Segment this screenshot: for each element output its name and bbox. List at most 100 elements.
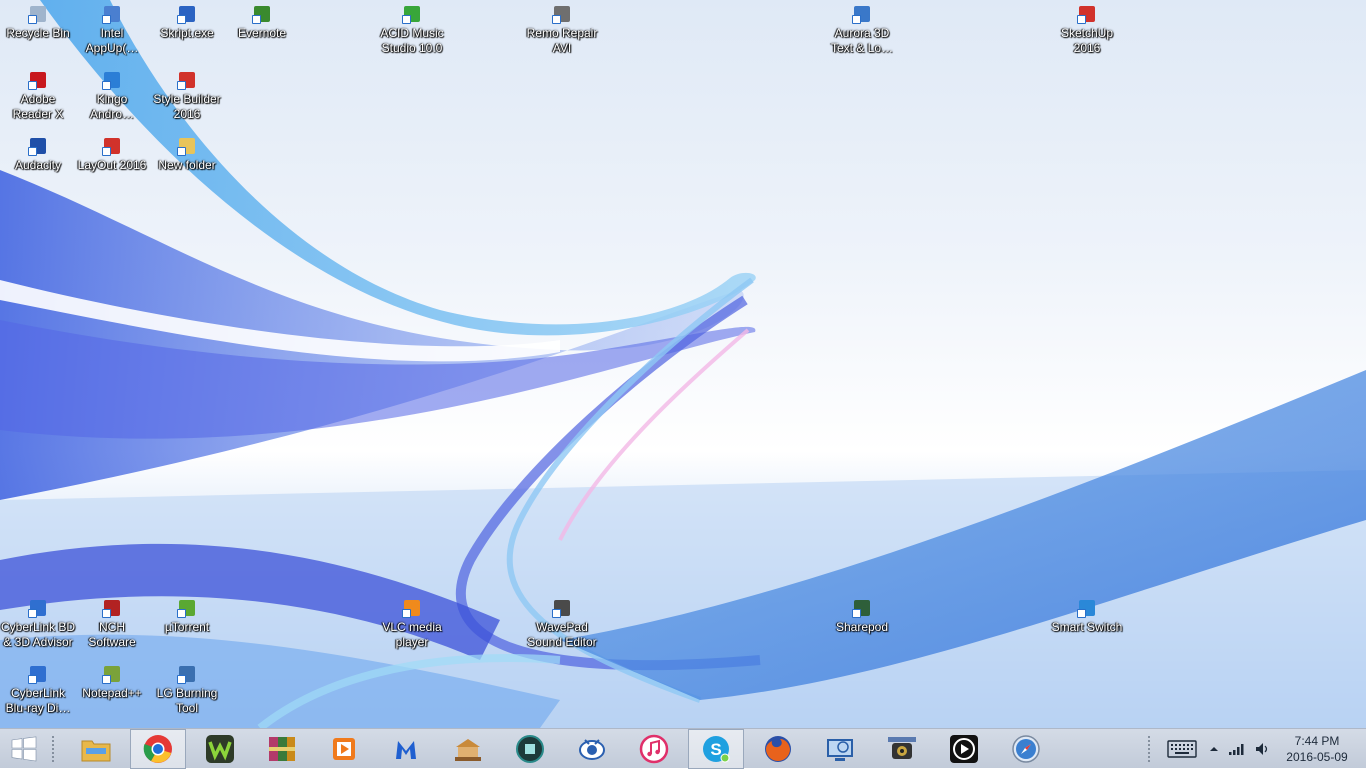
taskbar-malwarebytes[interactable] (378, 729, 434, 769)
media-player-icon (333, 738, 355, 760)
desktop-icon-label: ACID Music Studio 10.0 (380, 26, 444, 55)
cyberlink-bd-advisor-icon (28, 600, 46, 618)
desktop-icon-new-folder[interactable]: New folder (149, 132, 225, 173)
desktop-icon-label: LayOut 2016 (77, 158, 147, 172)
touch-keyboard-button[interactable] (1162, 729, 1202, 769)
desktop-icon-label: µTorrent (164, 620, 210, 634)
desktop-icon-label: Aurora 3D Text & Lo… (830, 26, 894, 55)
webcam-icon (888, 737, 916, 759)
keyboard-icon (1167, 740, 1197, 758)
taskbar-firefox[interactable] (750, 729, 806, 769)
gallery-app-icon (455, 739, 481, 761)
desktop-icon-label: Intel AppUp(… (85, 26, 139, 55)
start-button[interactable] (0, 729, 48, 769)
taskbar-safari[interactable] (998, 729, 1054, 769)
itunes-icon (639, 734, 669, 764)
desktop-icon-label: Style Builder 2016 (153, 92, 221, 121)
taskbar-video-editor[interactable] (502, 729, 558, 769)
desktop-icon-label: Skript.exe (160, 26, 214, 40)
desktop-icon-style-builder[interactable]: Style Builder 2016 (149, 66, 225, 122)
desktop-icon-layout[interactable]: LayOut 2016 (74, 132, 150, 173)
desktop-icon-vlc[interactable]: VLC media player (374, 594, 450, 650)
sharepod-icon (852, 600, 870, 618)
desktop-icon-kingo[interactable]: Kingo Andro… (74, 66, 150, 122)
show-hidden-icons-button[interactable] (1206, 729, 1222, 769)
desktop-icon-acid-music[interactable]: ACID Music Studio 10.0 (374, 0, 450, 56)
taskbar-clock[interactable]: 7:44 PM 2016-05-09 (1272, 733, 1362, 765)
desktop-icon-label: VLC media player (382, 620, 442, 649)
taskbar-chrome[interactable] (130, 729, 186, 769)
style-builder-icon (177, 72, 195, 90)
clock-time: 7:44 PM (1294, 734, 1340, 748)
nch-software-icon (102, 600, 120, 618)
wavepad-icon (552, 600, 570, 618)
malwarebytes-icon (396, 741, 416, 759)
desktop-icon-evernote[interactable]: Evernote (224, 0, 300, 41)
desktop-icon-label: Notepad++ (82, 686, 142, 700)
desktop-icon-skript[interactable]: Skript.exe (149, 0, 225, 41)
desktop-icon-sharepod[interactable]: Sharepod (824, 594, 900, 635)
taskbar-wondershare[interactable] (192, 729, 248, 769)
signal-bars-icon (1229, 744, 1244, 755)
desktop-icon-intel-appup[interactable]: Intel AppUp(… (74, 0, 150, 56)
taskbar-gallery-app[interactable] (440, 729, 496, 769)
desktop[interactable]: Recycle Bin Intel AppUp(… Skript.exe Eve… (0, 0, 1366, 728)
desktop-icon-audacity[interactable]: Audacity (0, 132, 76, 173)
smart-switch-icon (1077, 600, 1095, 618)
desktop-icon-recycle-bin[interactable]: Recycle Bin (0, 0, 76, 41)
desktop-icon-cyberlink-bd-advisor[interactable]: CyberLink BD & 3D Advisor (0, 594, 76, 650)
utorrent-icon (177, 600, 195, 618)
desktop-icon-wavepad[interactable]: WavePad Sound Editor (524, 594, 600, 650)
skype-icon: S (703, 736, 730, 763)
adobe-reader-icon (28, 72, 46, 90)
desktop-icon-label: SketchUp 2016 (1060, 26, 1114, 55)
desktop-icon-label: NCH Software (88, 620, 136, 649)
chrome-icon (143, 735, 172, 763)
taskbar-media-center[interactable] (936, 729, 992, 769)
desktop-icon-label: Sharepod (835, 620, 889, 634)
desktop-icon-nch-software[interactable]: NCH Software (74, 594, 150, 650)
windows-logo-icon (11, 736, 37, 762)
desktop-icon-label: CyberLink BD & 3D Advisor (0, 620, 76, 649)
cyberlink-bluray-icon (28, 666, 46, 684)
taskbar-eye-app[interactable] (564, 729, 620, 769)
desktop-icon-cyberlink-bluray[interactable]: CyberLink Blu-ray Di… (0, 660, 76, 716)
wondershare-icon (206, 735, 234, 763)
taskbar-skype[interactable]: S (688, 729, 744, 769)
desktop-icon-label: Remo Repair AVI (526, 26, 598, 55)
recycle-bin-icon (28, 6, 46, 24)
firefox-icon (765, 736, 791, 762)
volume-button[interactable] (1252, 729, 1274, 769)
desktop-icon-utorrent[interactable]: µTorrent (149, 594, 225, 635)
desktop-icon-smart-switch[interactable]: Smart Switch (1049, 594, 1125, 635)
evernote-icon (252, 6, 270, 24)
taskbar-network-app[interactable] (812, 729, 868, 769)
intel-appup-icon (102, 6, 120, 24)
desktop-icon-notepad-plus-plus[interactable]: Notepad++ (74, 660, 150, 701)
lg-burning-tool-icon (177, 666, 195, 684)
acid-music-icon (402, 6, 420, 24)
desktop-icon-aurora-3d[interactable]: Aurora 3D Text & Lo… (824, 0, 900, 56)
tray-grip[interactable] (1147, 735, 1151, 763)
desktop-icon-label: Adobe Reader X (12, 92, 64, 121)
film-reel-icon (516, 735, 544, 763)
desktop-icon-lg-burning-tool[interactable]: LG Burning Tool (149, 660, 225, 716)
desktop-icon-sketchup[interactable]: SketchUp 2016 (1049, 0, 1125, 56)
desktop-icon-label: WavePad Sound Editor (527, 620, 597, 649)
taskbar-grip[interactable] (51, 735, 55, 763)
compass-icon (1012, 735, 1040, 763)
clock-date: 2016-05-09 (1286, 750, 1348, 764)
taskbar-winrar[interactable] (254, 729, 310, 769)
desktop-icon-label: New folder (158, 158, 216, 172)
taskbar-file-explorer[interactable] (68, 729, 124, 769)
taskbar-webcam[interactable] (874, 729, 930, 769)
desktop-icon-remo-repair[interactable]: Remo Repair AVI (524, 0, 600, 56)
taskbar-itunes[interactable] (626, 729, 682, 769)
folder-icon (81, 740, 111, 762)
eye-icon (579, 739, 605, 760)
network-status-button[interactable] (1226, 729, 1248, 769)
vlc-cone-icon (402, 600, 420, 618)
chevron-up-icon (1210, 747, 1218, 751)
taskbar-media-player[interactable] (316, 729, 372, 769)
desktop-icon-adobe-reader[interactable]: Adobe Reader X (0, 66, 76, 122)
